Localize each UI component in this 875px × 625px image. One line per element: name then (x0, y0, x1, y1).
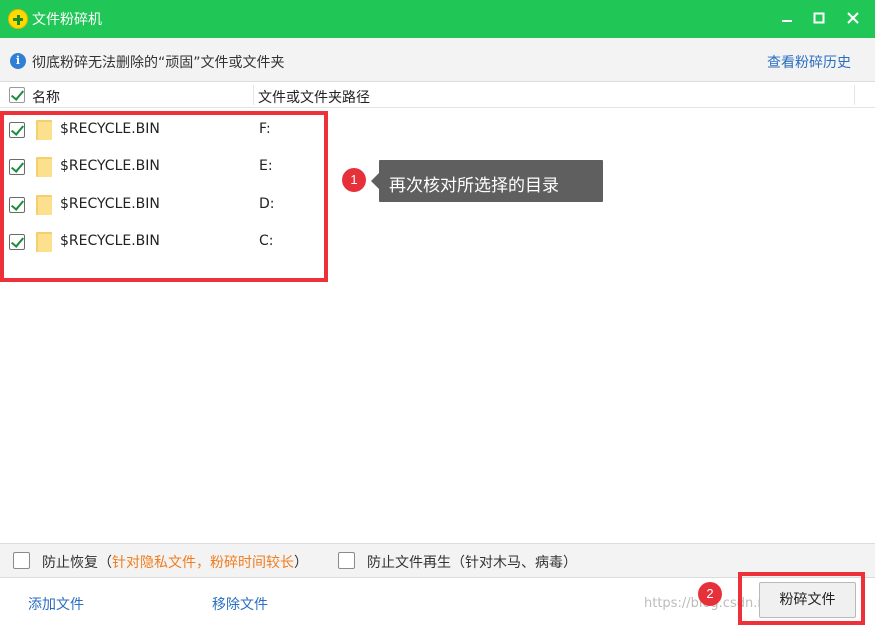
step-badge-2: 2 (698, 582, 722, 606)
window-title: 文件粉碎机 (32, 12, 102, 28)
app-logo-icon (8, 9, 28, 29)
maximize-icon (813, 12, 825, 24)
step-badge-1: 1 (342, 168, 366, 192)
column-header-path[interactable]: 文件或文件夹路径 (258, 87, 370, 107)
maximize-button[interactable] (804, 4, 834, 32)
info-text: 彻底粉碎无法删除的“顽固”文件或文件夹 (32, 55, 285, 71)
highlight-box-rows (0, 111, 328, 282)
table-header: 名称 文件或文件夹路径 (0, 82, 875, 108)
prevent-recovery-label[interactable]: 防止恢复（针对隐私文件，粉碎时间较长） (42, 552, 308, 572)
prevent-regen-label[interactable]: 防止文件再生（针对木马、病毒） (367, 552, 577, 572)
select-all-checkbox[interactable] (9, 87, 25, 103)
prevent-recovery-paren-close: ） (294, 555, 308, 571)
callout-tooltip: 再次核对所选择的目录 (371, 160, 603, 202)
remove-files-link[interactable]: 移除文件 (212, 594, 268, 614)
prevent-regen-checkbox[interactable] (338, 552, 355, 569)
column-header-name[interactable]: 名称 (32, 87, 60, 107)
info-bar: i 彻底粉碎无法删除的“顽固”文件或文件夹 查看粉碎历史 (0, 38, 875, 82)
prevent-recovery-paren-open: （ (98, 555, 112, 571)
prevent-recovery-text: 防止恢复 (42, 555, 98, 571)
column-divider[interactable] (253, 85, 254, 105)
prevent-regen-text: 防止文件再生 (367, 555, 451, 571)
highlight-box-button (738, 572, 865, 625)
prevent-recovery-checkbox[interactable] (13, 552, 30, 569)
title-bar: 文件粉碎机 (0, 0, 875, 38)
close-button[interactable] (838, 4, 868, 32)
minimize-icon (782, 20, 792, 22)
info-icon: i (10, 53, 26, 69)
view-history-link[interactable]: 查看粉碎历史 (767, 52, 851, 72)
column-divider[interactable] (854, 85, 855, 105)
minimize-button[interactable] (772, 4, 802, 32)
close-icon (847, 12, 859, 24)
prevent-recovery-note: 针对隐私文件，粉碎时间较长 (112, 555, 294, 571)
prevent-regen-note: （针对木马、病毒） (451, 555, 577, 571)
add-files-link[interactable]: 添加文件 (28, 594, 84, 614)
